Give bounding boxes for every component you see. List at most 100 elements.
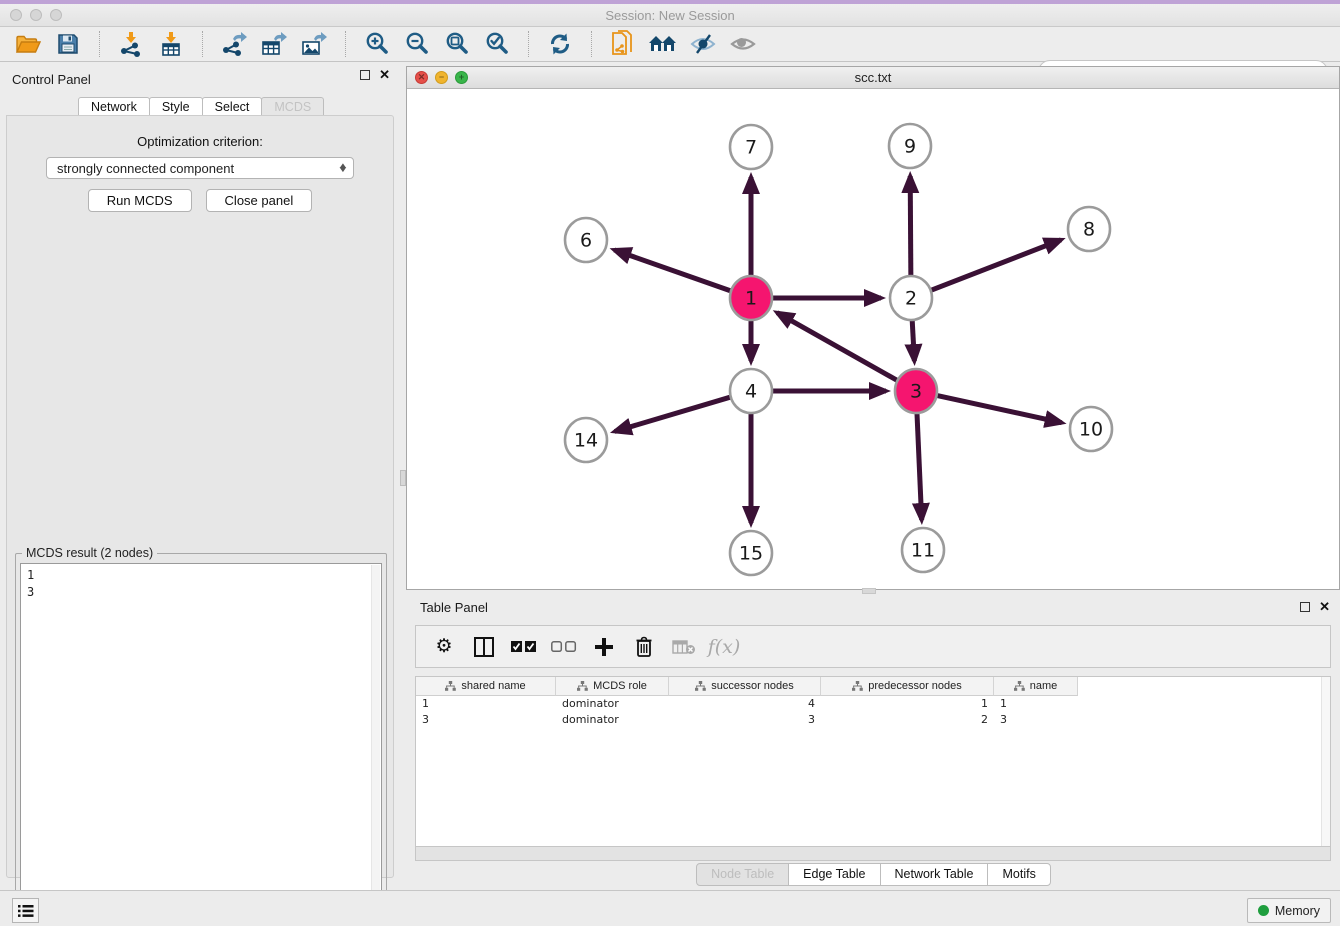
- edge-2-8[interactable]: [930, 240, 1061, 291]
- app-titlebar: Session: New Session: [0, 4, 1340, 27]
- table-hscroll-strip[interactable]: [415, 846, 1331, 861]
- open-folder-icon[interactable]: [8, 29, 48, 59]
- svg-text:2: 2: [905, 288, 917, 310]
- network-view-titlebar[interactable]: ✕ − + scc.txt: [407, 67, 1339, 89]
- node-3[interactable]: 3: [895, 369, 937, 413]
- table-cell[interactable]: 3: [994, 712, 1078, 728]
- gear-icon[interactable]: ⚙: [426, 630, 462, 664]
- svg-text:15: 15: [739, 543, 763, 565]
- table-cell[interactable]: 1: [416, 696, 556, 712]
- table-cell[interactable]: 1: [821, 696, 994, 712]
- memory-status-icon: [1258, 905, 1269, 916]
- save-icon[interactable]: [48, 29, 88, 59]
- unchecked-boxes-icon[interactable]: [546, 630, 582, 664]
- split-columns-icon[interactable]: [466, 630, 502, 664]
- svg-text:6: 6: [580, 230, 592, 252]
- table-panel-tabs: Node TableEdge TableNetwork TableMotifs: [406, 863, 1340, 886]
- zoom-out-icon[interactable]: [397, 29, 437, 59]
- edge-3-1[interactable]: [777, 313, 898, 381]
- node-6[interactable]: 6: [565, 218, 607, 262]
- mcds-result-text[interactable]: 1 3: [20, 563, 382, 924]
- node-11[interactable]: 11: [902, 528, 944, 572]
- table-row[interactable]: 1dominator411: [416, 696, 1330, 712]
- node-9[interactable]: 9: [889, 124, 931, 168]
- checked-boxes-icon[interactable]: [506, 630, 542, 664]
- table-panel-title: Table Panel: [420, 600, 488, 615]
- run-mcds-button[interactable]: Run MCDS: [88, 189, 192, 212]
- mcds-result-title: MCDS result (2 nodes): [22, 546, 157, 560]
- refresh-icon[interactable]: [540, 29, 580, 59]
- memory-button[interactable]: Memory: [1247, 898, 1331, 923]
- column-header-name[interactable]: name: [994, 677, 1078, 696]
- memory-label: Memory: [1275, 904, 1320, 918]
- node-7[interactable]: 7: [730, 125, 772, 169]
- show-eye-icon[interactable]: [723, 29, 763, 59]
- optimization-criterion-label: Optimization criterion:: [7, 134, 393, 149]
- network-canvas[interactable]: 7 9 6 8 1 2 4 3 14 10 15 11: [407, 89, 1339, 590]
- table-panel: Table Panel ✕ ⚙ f(x) shared nameMCDS rol…: [406, 594, 1340, 890]
- zoom-selected-icon[interactable]: [477, 29, 517, 59]
- table-cell[interactable]: dominator: [556, 712, 669, 728]
- tab-node-table[interactable]: Node Table: [696, 863, 789, 886]
- node-4[interactable]: 4: [730, 369, 772, 413]
- node-15[interactable]: 15: [730, 531, 772, 575]
- node-1[interactable]: 1: [730, 276, 772, 320]
- app-title: Session: New Session: [0, 8, 1340, 23]
- node-8[interactable]: 8: [1068, 207, 1110, 251]
- close-panel-button[interactable]: Close panel: [206, 189, 313, 212]
- edge-3-11[interactable]: [917, 411, 922, 520]
- float-panel-icon[interactable]: [360, 70, 370, 80]
- network-file-icon[interactable]: [603, 29, 643, 59]
- node-14[interactable]: 14: [565, 418, 607, 462]
- edge-4-14[interactable]: [615, 397, 732, 432]
- svg-text:3: 3: [910, 381, 922, 403]
- column-header-MCDS-role[interactable]: MCDS role: [556, 677, 669, 696]
- node-10[interactable]: 10: [1070, 407, 1112, 451]
- column-header-successor-nodes[interactable]: successor nodes: [669, 677, 821, 696]
- function-icon[interactable]: f(x): [706, 630, 742, 664]
- table-cell[interactable]: 1: [994, 696, 1078, 712]
- export-network-icon[interactable]: [214, 29, 254, 59]
- edge-1-6[interactable]: [614, 250, 732, 291]
- plus-icon[interactable]: [586, 630, 622, 664]
- table-cell[interactable]: 3: [669, 712, 821, 728]
- export-table-icon[interactable]: [254, 29, 294, 59]
- table-cell[interactable]: dominator: [556, 696, 669, 712]
- zoom-in-icon[interactable]: [357, 29, 397, 59]
- toolbar-separator: [99, 31, 100, 57]
- edge-2-3[interactable]: [912, 318, 914, 361]
- close-panel-icon[interactable]: ✕: [379, 70, 390, 80]
- svg-text:1: 1: [745, 288, 757, 310]
- node-2[interactable]: 2: [890, 276, 932, 320]
- table-body: 1dominator4113dominator323: [416, 696, 1330, 728]
- table-cell[interactable]: 3: [416, 712, 556, 728]
- task-list-button[interactable]: [12, 898, 39, 923]
- network-view-window: ✕ − + scc.txt 7 9 6 8 1 2 4 3 14 10 15 11: [406, 66, 1340, 590]
- close-panel-icon[interactable]: ✕: [1319, 602, 1330, 612]
- tab-edge-table[interactable]: Edge Table: [788, 863, 880, 886]
- vertical-divider-grip[interactable]: [400, 470, 406, 486]
- trash-icon[interactable]: [626, 630, 662, 664]
- zoom-fit-icon[interactable]: [437, 29, 477, 59]
- column-header-shared-name[interactable]: shared name: [416, 677, 556, 696]
- edge-2-9[interactable]: [910, 176, 911, 278]
- import-table-icon[interactable]: [151, 29, 191, 59]
- hide-eye-icon[interactable]: [683, 29, 723, 59]
- criterion-select[interactable]: strongly connected component ▲▼: [46, 157, 354, 179]
- import-network-icon[interactable]: [111, 29, 151, 59]
- edge-3-10[interactable]: [936, 395, 1062, 422]
- column-header-predecessor-nodes[interactable]: predecessor nodes: [821, 677, 994, 696]
- table-cell[interactable]: 2: [821, 712, 994, 728]
- tab-motifs[interactable]: Motifs: [987, 863, 1050, 886]
- table-scrollbar[interactable]: [1321, 677, 1330, 846]
- float-panel-icon[interactable]: [1300, 602, 1310, 612]
- status-bar: Memory: [0, 890, 1340, 926]
- home-icon[interactable]: [643, 29, 683, 59]
- delete-column-icon[interactable]: [666, 630, 702, 664]
- result-scrollbar[interactable]: [371, 565, 380, 922]
- svg-text:10: 10: [1079, 419, 1103, 441]
- table-row[interactable]: 3dominator323: [416, 712, 1330, 728]
- export-image-icon[interactable]: [294, 29, 334, 59]
- tab-network-table[interactable]: Network Table: [880, 863, 989, 886]
- table-cell[interactable]: 4: [669, 696, 821, 712]
